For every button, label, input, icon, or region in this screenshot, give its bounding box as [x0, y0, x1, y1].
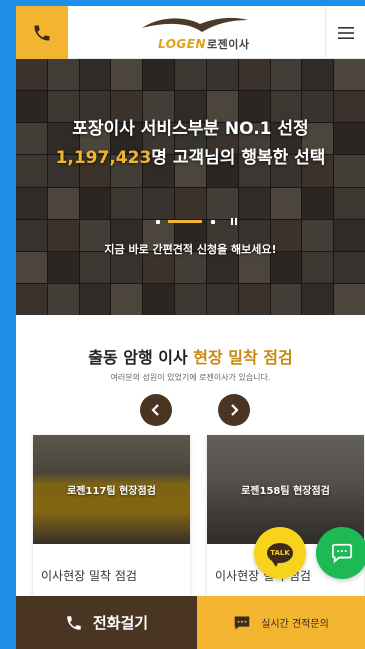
logo-swoosh-icon [142, 17, 248, 32]
hero-banner[interactable]: 포장이사 서비스부분 NO.1 선정 1,197,423명 고객님의 행복한 선… [16, 59, 365, 315]
hero-subheadline: 1,197,423명 고객님의 행복한 선택 [55, 148, 326, 168]
message-icon [234, 615, 250, 630]
card-label: 로젠117팀 현장점검 [67, 486, 156, 497]
slider-dot-active[interactable] [168, 220, 202, 223]
customer-count: 1,197,423 [55, 148, 152, 168]
chevron-right-icon [231, 404, 239, 416]
logo[interactable]: LOGEN로젠이사 [136, 14, 266, 54]
page-frame: LOGEN로젠이사 포장이사 서비스부분 NO.1 선정 1,197,423명 … [16, 6, 365, 649]
slider-dot[interactable] [156, 220, 160, 224]
kakao-talk-button[interactable]: TALK [254, 527, 306, 579]
realtime-quote-label: 실시간 견적문의 [261, 619, 329, 630]
phone-icon [67, 615, 81, 630]
menu-button[interactable] [325, 6, 365, 59]
talk-bubble-icon: TALK [267, 543, 293, 567]
slider-dot[interactable] [211, 220, 215, 224]
carousel-prev-button[interactable] [140, 394, 172, 426]
chat-icon [331, 543, 353, 564]
hamburger-menu-icon [337, 26, 354, 39]
header-call-button[interactable] [16, 6, 68, 59]
section-title: 출동 암행 이사 현장 밀착 점검 [88, 348, 293, 367]
pause-icon[interactable] [231, 218, 238, 225]
card-label: 로젠158팀 현장점검 [241, 486, 330, 497]
phone-icon [34, 25, 50, 40]
chevron-left-icon [151, 404, 159, 416]
header: LOGEN로젠이사 [16, 6, 365, 59]
slider-pagination[interactable] [156, 218, 246, 225]
carousel-next-button[interactable] [218, 394, 250, 426]
card-photo: 로젠117팀 현장점검 [33, 435, 190, 544]
call-button[interactable]: 전화걸기 [16, 596, 197, 649]
inspection-card[interactable]: 로젠117팀 현장점검 이사현장 밀착 점검 [33, 435, 190, 605]
bottom-action-bar: 전화걸기 실시간 견적문의 [16, 596, 365, 649]
call-button-label: 전화걸기 [92, 614, 149, 632]
hero-headline: 포장이사 서비스부분 NO.1 선정 [72, 119, 309, 139]
chat-button[interactable] [316, 527, 365, 579]
logo-text: LOGEN로젠이사 [158, 37, 250, 51]
card-caption: 이사현장 밀착 점검 [41, 569, 137, 583]
inspection-card[interactable]: 로젠158팀 현장점검 이사현장 밀착 점검 [207, 435, 364, 605]
realtime-quote-button[interactable]: 실시간 견적문의 [197, 596, 365, 649]
section-subtitle: 여러분의 성원이 있었기에 로젠이사가 있습니다. [110, 373, 271, 382]
hero-cta-text: 지금 바로 간편견적 신청을 해보세요! [104, 243, 277, 256]
